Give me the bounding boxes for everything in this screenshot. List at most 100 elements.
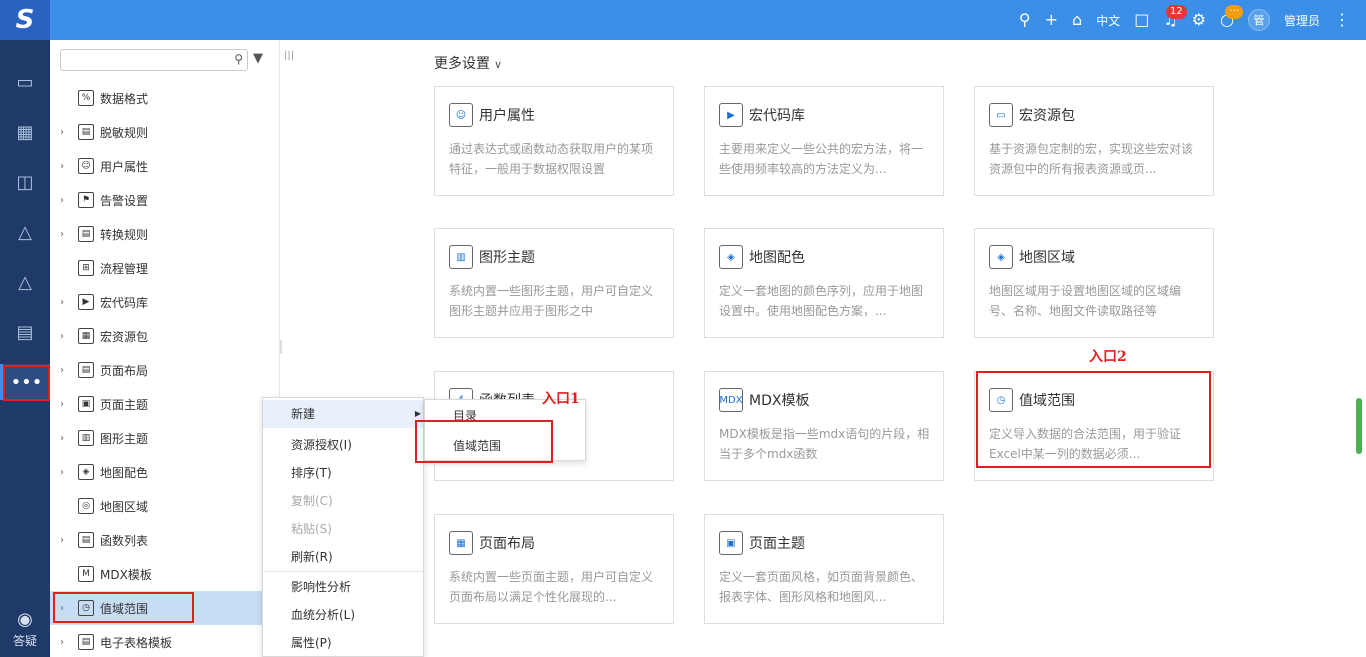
expand-arrow-icon[interactable]: › <box>60 229 74 240</box>
tree-node[interactable]: › ▤ 脱敏规则 <box>50 115 280 149</box>
cube-icon[interactable]: △ <box>0 214 50 250</box>
apps-icon[interactable]: ▦ <box>0 114 50 150</box>
expand-arrow-icon[interactable]: › <box>60 297 74 308</box>
more-settings-header[interactable]: 更多设置 ∨ <box>434 53 502 73</box>
more-settings-label: 更多设置 <box>434 56 490 72</box>
expand-arrow-icon[interactable]: › <box>60 365 74 376</box>
tree-search-input[interactable] <box>61 50 221 70</box>
card-chart-theme[interactable]: ▥ 图形主题 系统内置一些图形主题，用户可自定义图形主题并应用于图形之中 <box>434 228 674 338</box>
expand-arrow-icon[interactable]: › <box>60 637 74 648</box>
monitor-icon[interactable]: ▭ <box>0 64 50 100</box>
tree-node[interactable]: › ☺ 用户属性 <box>50 149 280 183</box>
tree-node-label: 告警设置 <box>100 193 149 208</box>
menu-item-impact-analysis[interactable]: 影响性分析 <box>263 573 423 601</box>
tree-node[interactable]: › ▦ 宏资源包 <box>50 319 280 353</box>
tree-node[interactable]: › ▣ 页面主题 <box>50 387 280 421</box>
tree-node[interactable]: ⊞ 流程管理 <box>50 251 280 285</box>
tree-node[interactable]: › ▶ 宏代码库 <box>50 285 280 319</box>
menu-item-paste[interactable]: 粘贴(S) <box>263 515 423 543</box>
node-type-icon: % <box>78 90 94 106</box>
menu-item-sort[interactable]: 排序(T) <box>263 459 423 487</box>
notification-icon[interactable]: ♫ 12 <box>1163 5 1187 28</box>
card-macro-pkg[interactable]: ▭ 宏资源包 基于资源包定制的宏，实现这些宏对该资源包中的所有报表资源或页... <box>974 86 1214 196</box>
username[interactable]: 管理员 <box>1284 12 1320 29</box>
expand-arrow-icon[interactable]: › <box>60 433 74 444</box>
expand-arrow-icon[interactable]: › <box>60 399 74 410</box>
tree-node[interactable]: M MDX模板 <box>50 557 280 591</box>
expand-arrow-icon[interactable]: › <box>60 535 74 546</box>
tree-node[interactable]: › ⚑ 告警设置 <box>50 183 280 217</box>
top-toolbar: ⚲ + ⌂ 中文 □ ♫ 12 ⚙ ○ ··· 管 管理员 ⋮ <box>1019 0 1350 40</box>
tree-node[interactable]: › ▤ 电子表格模板 <box>50 625 280 657</box>
card-header: ▦ 页面布局 <box>449 531 535 555</box>
user-attr-icon: ☺ <box>449 103 473 127</box>
expand-arrow-icon[interactable]: › <box>60 195 74 206</box>
tree-node[interactable]: › ▤ 函数列表 <box>50 523 280 557</box>
tree-node[interactable]: › ▥ 图形主题 <box>50 421 280 455</box>
card-macro-lib[interactable]: ▶ 宏代码库 主要用来定义一些公共的宏方法，将一些使用频率较高的方法定义为... <box>704 86 944 196</box>
menu-item-new[interactable]: 新建 ▶ <box>263 400 423 428</box>
expand-arrow-icon[interactable]: › <box>60 127 74 138</box>
card-page-layout[interactable]: ▦ 页面布局 系统内置一些页面主题，用户可自定义页面布局以满足个性化展现的... <box>434 514 674 624</box>
notification-badge: 12 <box>1165 5 1187 19</box>
expand-arrow-icon[interactable]: › <box>60 331 74 342</box>
menu-item-lineage-analysis[interactable]: 血统分析(L) <box>263 601 423 629</box>
tree-node-label: 页面布局 <box>100 363 149 378</box>
splitter-bar[interactable] <box>280 340 282 354</box>
bag-icon[interactable]: □ <box>1134 12 1149 28</box>
language-switch[interactable]: 中文 <box>1096 12 1120 29</box>
tree-node-label: 转换规则 <box>100 227 149 242</box>
card-title: 图形主题 <box>479 250 535 266</box>
node-type-icon: ⊞ <box>78 260 94 276</box>
node-type-icon: ▤ <box>78 532 94 548</box>
node-type-icon: ▤ <box>78 362 94 378</box>
app-logo[interactable]: S <box>0 0 50 40</box>
database-icon[interactable]: ◫ <box>0 164 50 200</box>
add-icon[interactable]: + <box>1045 12 1058 28</box>
page-layout-icon: ▦ <box>449 531 473 555</box>
card-map-region[interactable]: ◈ 地图区域地图区域用于设置地图区域的区域编号、名称、地图文件读取路径等 <box>974 228 1214 338</box>
home-icon[interactable]: ⌂ <box>1072 12 1082 28</box>
card-page-theme[interactable]: ▣ 页面主题 定义一套页面风格，如页面背景颜色、报表字体、图形风格和地图风... <box>704 514 944 624</box>
tree-node[interactable]: › ▤ 页面布局 <box>50 353 280 387</box>
tree-node-label: 函数列表 <box>100 533 149 548</box>
avatar[interactable]: 管 <box>1247 9 1270 31</box>
help-item[interactable]: ◉ 答疑 <box>0 609 50 649</box>
menu-item-copy[interactable]: 复制(C) <box>263 487 423 515</box>
tree-node[interactable]: ◎ 地图区域 <box>50 489 280 523</box>
settings-icon[interactable]: ⚙ <box>1192 12 1206 28</box>
card-title: 宏资源包 <box>1019 108 1075 124</box>
analysis-icon[interactable]: △ <box>0 264 50 300</box>
help-label: 答疑 <box>12 634 37 648</box>
menu-item-properties[interactable]: 属性(P) <box>263 629 423 657</box>
more-vertical-icon[interactable]: ⋮ <box>1334 12 1350 28</box>
menu-item-resource-auth[interactable]: 资源授权(I) <box>263 431 423 459</box>
card-header: ◈ 地图区域 <box>989 245 1075 269</box>
card-description: 地图区域用于设置地图区域的区域编号、名称、地图文件读取路径等 <box>989 284 1182 318</box>
card-title: 宏代码库 <box>749 108 805 124</box>
tree-node[interactable]: › ▤ 转换规则 <box>50 217 280 251</box>
chat-icon[interactable]: ○ ··· <box>1220 5 1243 28</box>
filter-icon[interactable]: ▼ <box>253 51 263 66</box>
chat-badge: ··· <box>1225 5 1243 19</box>
expand-arrow-icon[interactable]: › <box>60 467 74 478</box>
tree-node[interactable]: › ◈ 地图配色 <box>50 455 280 489</box>
card-header: MDX MDX模板 <box>719 388 809 412</box>
tree-node-label: 用户属性 <box>100 159 149 174</box>
menu-item-label: 新建 <box>291 407 316 421</box>
expand-arrow-icon[interactable]: › <box>60 161 74 172</box>
scrollbar-thumb[interactable] <box>1356 398 1362 454</box>
card-user-attr[interactable]: ☺ 用户属性 通过表达式或函数动态获取用户的某项特征，一般用于数据权限设置 <box>434 86 674 196</box>
splitter-handle[interactable]: ||| <box>284 50 294 61</box>
menu-item-refresh[interactable]: 刷新(R) <box>263 543 423 571</box>
tree-node[interactable]: % 数据格式 <box>50 81 280 115</box>
card-map-color[interactable]: ◈ 地图配色 定义一套地图的颜色序列，应用于地图设置中。使用地图配色方案，... <box>704 228 944 338</box>
card-mdx-template[interactable]: MDX MDX模板 MDX模板是指一些mdx语句的片段，相当于多个mdx函数 <box>704 371 944 481</box>
search-icon[interactable]: ⚲ <box>1019 12 1031 28</box>
node-type-icon: ▦ <box>78 328 94 344</box>
annotation-box-card <box>976 371 1211 468</box>
chart-icon[interactable]: ▤ <box>0 314 50 350</box>
card-header: ▶ 宏代码库 <box>719 103 805 127</box>
menu-divider <box>263 571 423 572</box>
search-icon[interactable]: ⚲ <box>234 52 243 66</box>
